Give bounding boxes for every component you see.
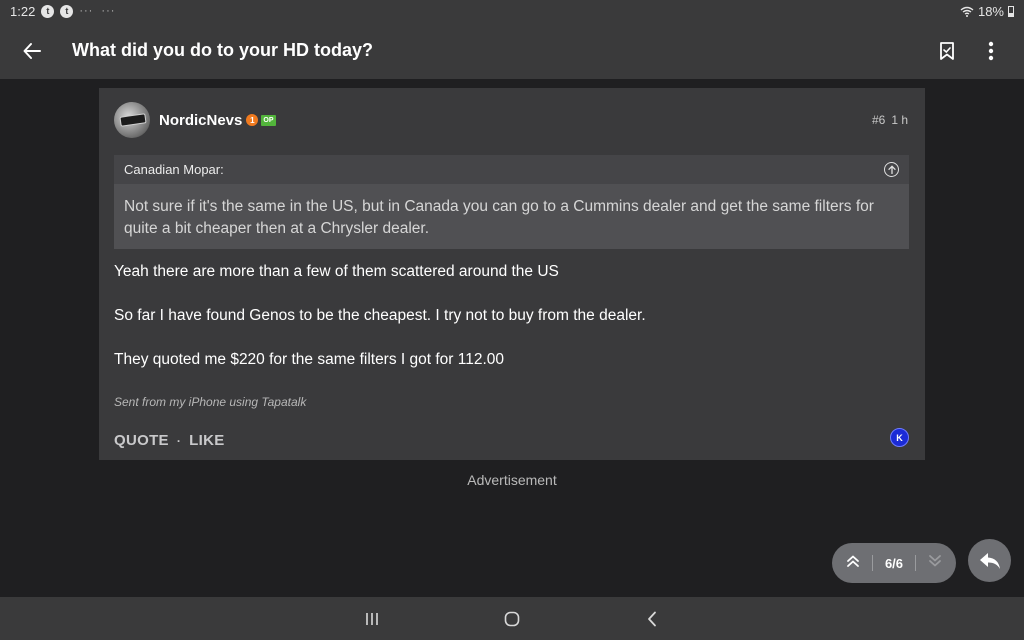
page-indicator[interactable]: 6/6 xyxy=(885,556,903,571)
recent-apps-button[interactable] xyxy=(302,597,442,640)
tapatalk-notification-icon: t xyxy=(41,4,55,18)
avatar[interactable] xyxy=(114,102,150,138)
arrow-left-icon xyxy=(23,42,41,59)
home-button[interactable] xyxy=(442,597,582,640)
app-bar-actions xyxy=(932,36,1024,66)
post-header: NordicNevs 1 OP #6 1 h xyxy=(114,102,910,138)
status-left: 1:22 t t ··· ··· xyxy=(10,4,115,19)
op-badge: OP xyxy=(261,114,276,126)
status-time: 1:22 xyxy=(10,3,36,19)
quote-author: Canadian Mopar: xyxy=(124,162,224,177)
status-bar: 1:22 t t ··· ··· 18% xyxy=(0,0,1024,22)
advertisement-label: Advertisement xyxy=(467,472,557,488)
tapatalk-badge-icon[interactable]: K xyxy=(890,428,909,447)
quote-jump-button[interactable] xyxy=(884,162,899,177)
tapatalk-notification-icon: t xyxy=(60,4,74,18)
battery-percent: 18% xyxy=(977,3,1004,19)
home-icon xyxy=(504,611,520,626)
reply-icon xyxy=(979,552,1000,569)
post-card: NordicNevs 1 OP #6 1 h Canadian Mopar: N… xyxy=(99,88,925,460)
double-chevron-down-icon xyxy=(929,554,941,566)
pager-divider xyxy=(871,555,873,571)
app-bar: What did you do to your HD today? xyxy=(0,22,1024,79)
post-actions: QUOTE · LIKE xyxy=(114,432,225,449)
post-paragraph: Yeah there are more than a few of them s… xyxy=(114,263,559,280)
overflow-menu-button[interactable] xyxy=(976,36,1006,66)
page-navigator: 6/6 xyxy=(832,543,956,583)
like-button[interactable]: LIKE xyxy=(189,432,224,449)
action-separator: · xyxy=(176,433,182,448)
post-time: 1 h xyxy=(891,113,908,127)
post-paragraph: So far I have found Genos to be the chea… xyxy=(114,307,646,324)
quote-button[interactable]: QUOTE xyxy=(114,432,169,449)
post-number: #6 xyxy=(871,113,886,127)
system-nav-bar xyxy=(0,597,1024,640)
back-button[interactable] xyxy=(0,22,64,79)
rank-badge: 1 xyxy=(246,114,259,126)
more-notifications-icon: ··· ··· xyxy=(79,5,116,17)
reply-button[interactable] xyxy=(968,539,1011,582)
quote-block: Canadian Mopar: Not sure if it's the sam… xyxy=(114,155,909,249)
post-paragraph: They quoted me $220 for the same filters… xyxy=(114,351,505,368)
wifi-icon xyxy=(960,6,974,17)
battery-icon xyxy=(1008,5,1014,17)
status-right: 18% xyxy=(960,4,1014,19)
post-signature: Sent from my iPhone using Tapatalk xyxy=(114,395,307,409)
quote-text: Not sure if it's the same in the US, but… xyxy=(124,198,874,237)
last-page-button[interactable] xyxy=(928,554,942,573)
pager-divider xyxy=(915,555,917,571)
arrow-up-icon xyxy=(887,165,896,174)
post-meta: #6 1 h xyxy=(872,113,910,127)
username[interactable]: NordicNevs xyxy=(159,112,242,129)
bookmark-button[interactable] xyxy=(932,36,962,66)
page-title: What did you do to your HD today? xyxy=(72,40,373,60)
recents-icon xyxy=(366,612,378,625)
chevron-left-icon xyxy=(648,611,656,626)
system-back-button[interactable] xyxy=(582,597,722,640)
bookmark-icon xyxy=(940,41,954,60)
first-page-button[interactable] xyxy=(846,554,860,573)
quote-header: Canadian Mopar: xyxy=(114,155,909,184)
double-chevron-up-icon xyxy=(847,555,859,567)
more-vert-icon xyxy=(988,41,994,60)
